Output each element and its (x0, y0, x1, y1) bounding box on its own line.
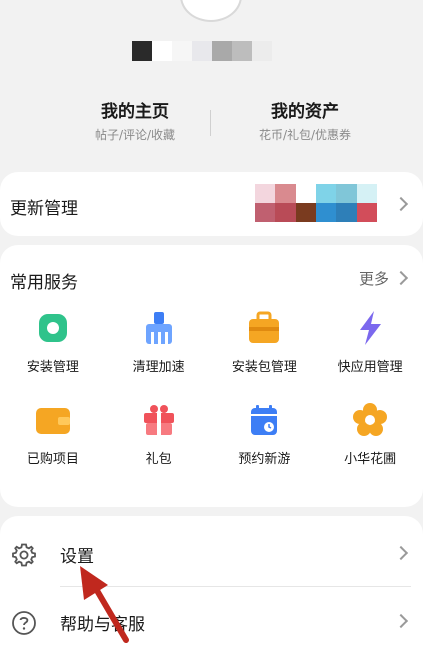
services-title: 常用服务 (10, 273, 78, 293)
help-label: 帮助与客服 (60, 615, 145, 635)
service-install-manage[interactable]: 安装管理 (0, 310, 106, 378)
clean-boost-icon (139, 310, 179, 346)
my-home-subtitle: 帖子/评论/收藏 (94, 128, 176, 142)
my-home-entry[interactable]: 我的主页 帖子/评论/收藏 (55, 100, 215, 143)
service-purchased[interactable]: 已购项目 (0, 402, 106, 470)
chevron-right-icon (393, 545, 409, 561)
service-gift[interactable]: 礼包 (106, 402, 212, 470)
reserve-game-icon (244, 402, 284, 438)
service-quick-app[interactable]: 快应用管理 (317, 310, 423, 378)
settings-row[interactable]: 设置 (0, 526, 423, 582)
help-icon (11, 610, 37, 636)
service-label: 清理加速 (132, 360, 185, 375)
nickname-masked (132, 41, 272, 61)
my-assets-subtitle: 花币/礼包/优惠券 (258, 128, 352, 142)
flower-garden-icon (350, 402, 390, 438)
gear-icon (11, 542, 37, 568)
package-manage-icon (244, 310, 284, 346)
quick-app-icon (350, 310, 390, 346)
service-label: 安装管理 (26, 360, 79, 375)
service-label: 已购项目 (26, 452, 79, 467)
gift-icon (139, 402, 179, 438)
service-label: 小华花圃 (344, 452, 397, 467)
install-manage-icon (33, 310, 73, 346)
avatar[interactable] (180, 0, 242, 22)
help-row[interactable]: 帮助与客服 (0, 594, 423, 648)
settings-label: 设置 (60, 547, 94, 567)
profile-header: 我的主页 帖子/评论/收藏 我的资产 花币/礼包/优惠券 (0, 0, 423, 170)
update-manager-label: 更新管理 (10, 199, 78, 219)
purchased-icon (33, 402, 73, 438)
service-reserve-game[interactable]: 预约新游 (212, 402, 318, 470)
services-grid: 安装管理 清理加速 安装包管理 快应用管理 已购项目 礼包 预约新游 小华花圃 (0, 310, 423, 470)
more-button[interactable]: 更多 (359, 268, 389, 289)
chevron-right-icon (393, 613, 409, 629)
my-home-title: 我的主页 (101, 102, 169, 122)
update-app-icons-masked (255, 184, 377, 222)
service-label: 礼包 (145, 452, 172, 467)
divider (60, 586, 411, 587)
service-label: 快应用管理 (337, 360, 403, 375)
service-label: 安装包管理 (231, 360, 297, 375)
stat-divider (210, 110, 211, 136)
service-label: 预约新游 (238, 452, 291, 467)
service-package-manage[interactable]: 安装包管理 (212, 310, 318, 378)
service-clean-boost[interactable]: 清理加速 (106, 310, 212, 378)
my-assets-entry[interactable]: 我的资产 花币/礼包/优惠券 (225, 100, 385, 143)
my-assets-title: 我的资产 (271, 102, 339, 122)
service-flower-garden[interactable]: 小华花圃 (317, 402, 423, 470)
